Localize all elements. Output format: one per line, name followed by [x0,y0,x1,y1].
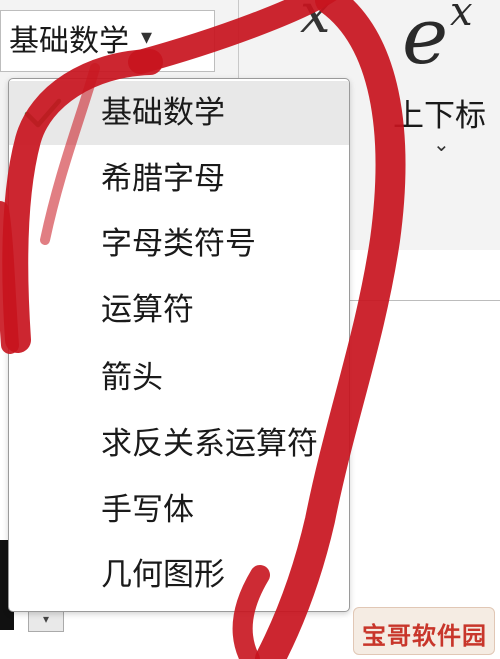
dropdown-item-operators[interactable]: 运算符 [9,278,349,342]
chevron-down-icon[interactable]: ▾ [141,25,152,50]
dropdown-item-basic-math[interactable]: 基础数学 [9,81,349,145]
dropdown-item-label: 基础数学 [101,95,225,131]
dropdown-item-letterlike-symbols[interactable]: 字母类符号 [9,212,349,276]
symbol-category-combo[interactable]: 基础数学 ▾ [0,10,215,72]
dropdown-item-label: 求反关系运算符 [101,426,318,462]
chevron-down-icon[interactable]: ⌄ [433,132,450,156]
dropdown-item-label: 运算符 [101,292,194,328]
dropdown-item-geometry[interactable]: 几何图形 [9,543,349,607]
dropdown-item-negated-relations[interactable]: 求反关系运算符 [9,412,349,476]
symbol-category-value: 基础数学 [9,24,129,59]
ribbon-divider [238,0,239,78]
superscript-icon[interactable]: e x [402,0,492,82]
dropdown-item-greek-letters[interactable]: 希腊字母 [9,147,349,211]
dropdown-item-scripts[interactable]: 手写体 [9,478,349,542]
watermark-text: 宝哥软件园 [362,622,487,650]
dropdown-item-label: 手写体 [101,492,194,528]
dropdown-item-label: 希腊字母 [101,161,225,197]
dropdown-item-arrows[interactable]: 箭头 [9,346,349,410]
document-divider [350,300,500,301]
watermark-logo: 宝哥软件园 [353,607,495,655]
superscript-button-label[interactable]: 上下标 [393,90,486,135]
dropdown-item-label: 字母类符号 [101,226,256,262]
superscript-icon-exponent: x [450,0,473,35]
dropdown-item-label: 箭头 [101,360,163,396]
check-icon [24,98,62,128]
dropdown-item-label: 几何图形 [101,557,225,593]
superscript-icon-base: e [402,0,449,82]
symbol-category-dropdown: 基础数学 希腊字母 字母类符号 运算符 箭头 求反关系运算符 手写体 几何图形 [8,78,350,612]
script-symbol[interactable]: x [300,0,330,45]
